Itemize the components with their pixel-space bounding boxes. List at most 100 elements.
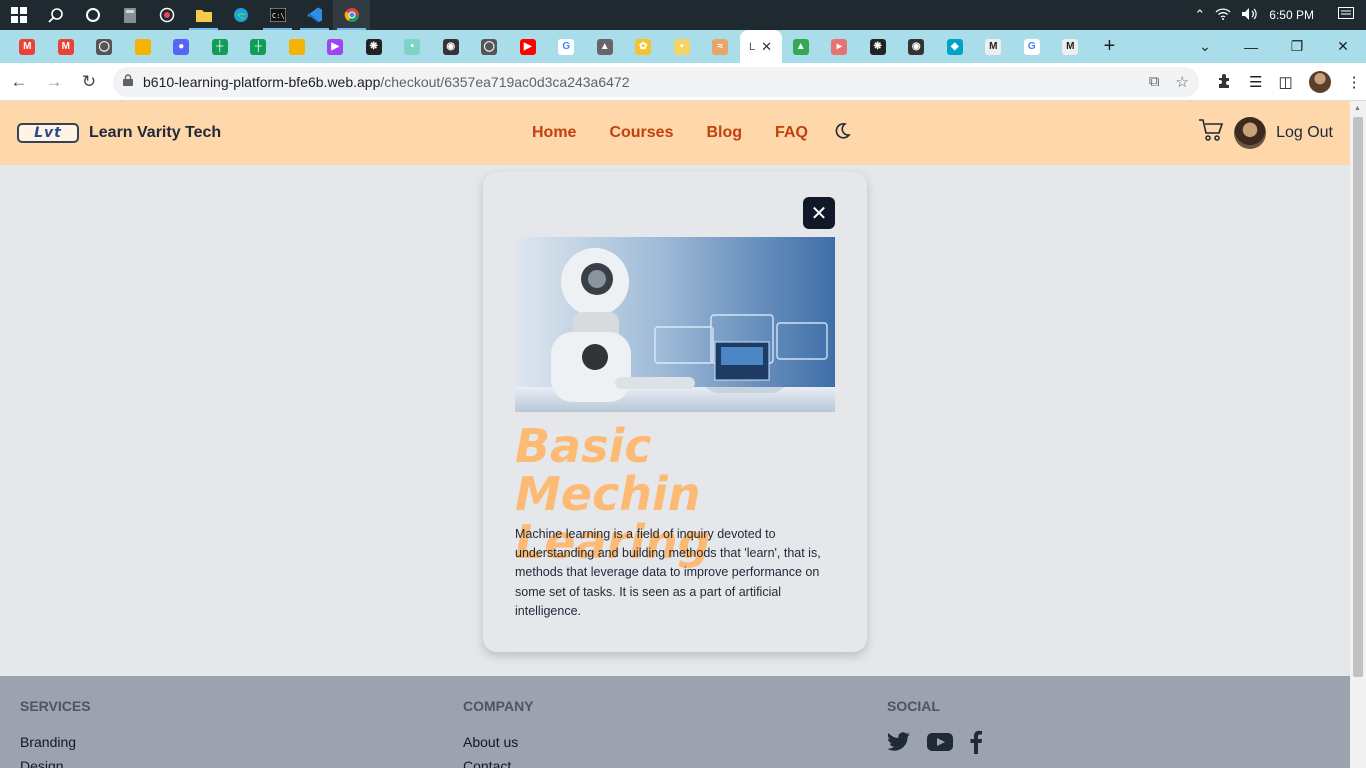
tab-meet[interactable]: • <box>393 30 432 63</box>
tab-arrow[interactable]: ▸ <box>820 30 859 63</box>
calculator-icon[interactable] <box>111 0 148 30</box>
globe-icon: ◉ <box>908 38 925 55</box>
tab-search-icon[interactable]: ⌄ <box>1182 38 1228 55</box>
tab-youtube[interactable]: ▶ <box>509 30 548 63</box>
tab-sheets[interactable]: ┼ <box>201 30 240 63</box>
footer-heading-social: SOCIAL <box>887 698 940 714</box>
brand-name[interactable]: Learn Varity Tech <box>89 124 221 142</box>
tab-bulb[interactable]: • <box>663 30 702 63</box>
tab-title: L <box>748 40 756 53</box>
bookmark-star-icon[interactable]: ☆ <box>1176 73 1189 91</box>
tab-google[interactable]: G <box>1013 30 1052 63</box>
close-window-icon[interactable]: ✕ <box>1320 38 1366 55</box>
footer-link-about[interactable]: About us <box>463 734 534 750</box>
footer-link-design[interactable]: Design <box>20 758 91 768</box>
record-icon[interactable] <box>148 0 185 30</box>
nav-link-blog[interactable]: Blog <box>706 124 742 142</box>
youtube-icon[interactable] <box>927 732 953 757</box>
tab-close-icon[interactable]: ✕ <box>761 39 772 55</box>
tab-react[interactable]: ❋ <box>859 30 898 63</box>
footer-link-branding[interactable]: Branding <box>20 734 91 750</box>
tab-slides[interactable] <box>278 30 317 63</box>
nav-link-home[interactable]: Home <box>532 124 576 142</box>
brand[interactable]: Lvt Learn Varity Tech <box>17 123 221 143</box>
share-icon[interactable]: ⧉ <box>1149 73 1160 91</box>
sunflower-icon: ✿ <box>635 38 652 55</box>
close-icon[interactable]: ✕ <box>803 197 835 229</box>
globe-icon: ◉ <box>442 38 459 55</box>
nav-link-faq[interactable]: FAQ <box>775 124 808 142</box>
tab-gmail[interactable]: M <box>47 30 86 63</box>
tab-github[interactable]: ◯ <box>85 30 124 63</box>
tab-github[interactable]: ◯ <box>470 30 509 63</box>
browser-tab-strip: M M ◯ ● ┼ ┼ ▶ ❋ • ◉ ◯ ▶ G ▲ ✿ • ≈ L ✕ ▲ ▸ ❋ ◉ ◆ M G M + ⌄ — ❐ ✕ <box>0 30 1366 63</box>
tab-sheets[interactable]: ┼ <box>239 30 278 63</box>
scrollbar-thumb[interactable] <box>1353 117 1363 677</box>
tab-sunflower[interactable]: ✿ <box>624 30 663 63</box>
volume-icon[interactable] <box>1241 7 1259 24</box>
tab-google[interactable]: G <box>547 30 586 63</box>
m-icon: M <box>1062 38 1079 55</box>
back-icon[interactable]: ← <box>3 66 35 98</box>
search-icon[interactable] <box>37 0 74 30</box>
nav-link-courses[interactable]: Courses <box>609 124 673 142</box>
media-control-icon[interactable]: ☰ <box>1249 73 1262 91</box>
youtube-icon: ▶ <box>519 38 536 55</box>
user-avatar[interactable] <box>1234 117 1267 149</box>
tab-diamond[interactable]: ◆ <box>936 30 975 63</box>
cart-icon[interactable] <box>1198 118 1224 148</box>
terminal-icon[interactable]: C:\ <box>259 0 296 30</box>
twitter-icon[interactable] <box>887 732 911 757</box>
tab-m[interactable]: M <box>1051 30 1090 63</box>
tab-slides[interactable] <box>124 30 163 63</box>
tab-react[interactable]: ❋ <box>355 30 394 63</box>
browser-toolbar: ← → ↻ b610-learning-platform-bfe6b.web.a… <box>0 63 1366 101</box>
tab-globe[interactable]: ◉ <box>432 30 471 63</box>
edge-icon[interactable] <box>222 0 259 30</box>
tab-image[interactable]: ≈ <box>701 30 740 63</box>
chrome-icon[interactable] <box>333 0 370 30</box>
address-bar[interactable]: b610-learning-platform-bfe6b.web.app/che… <box>113 66 1199 97</box>
footer-services: SERVICES Branding Design <box>20 698 91 768</box>
facebook-icon[interactable] <box>969 730 983 759</box>
file-explorer-icon[interactable] <box>185 0 222 30</box>
page-scrollbar[interactable]: ▲ <box>1350 101 1366 768</box>
profile-avatar[interactable] <box>1308 70 1331 93</box>
windows-taskbar: C:\ ⌃ 6:50 PM <box>0 0 1366 30</box>
footer-link-contact[interactable]: Contact <box>463 758 534 768</box>
wifi-icon[interactable] <box>1215 7 1231 23</box>
url-text[interactable]: b610-learning-platform-bfe6b.web.app/che… <box>143 74 629 90</box>
lock-icon[interactable] <box>123 74 133 89</box>
gmail-icon: M <box>57 38 74 55</box>
scroll-up-icon[interactable]: ▲ <box>1354 105 1361 112</box>
discord-icon: ● <box>173 38 190 55</box>
footer-heading-company: COMPANY <box>463 698 534 714</box>
tab-drive[interactable]: ▲ <box>782 30 821 63</box>
clock-time[interactable]: 6:50 PM <box>1269 8 1314 22</box>
tab-cap[interactable]: ▲ <box>586 30 625 63</box>
extensions-icon[interactable] <box>1217 72 1233 92</box>
notification-icon[interactable] <box>1338 6 1354 24</box>
restore-icon[interactable]: ❐ <box>1274 38 1320 55</box>
cortana-icon[interactable] <box>74 0 111 30</box>
new-tab-button[interactable]: + <box>1090 30 1130 63</box>
chrome-menu-icon[interactable]: ⋮ <box>1347 73 1362 91</box>
logout-button[interactable]: Log Out <box>1276 124 1333 142</box>
windows-start-icon[interactable] <box>0 0 37 30</box>
side-panel-icon[interactable]: ◫ <box>1278 73 1292 91</box>
github-icon: ◯ <box>481 38 498 55</box>
forward-icon[interactable]: → <box>38 66 70 98</box>
tab-active[interactable]: L ✕ <box>739 30 782 63</box>
chevron-up-icon[interactable]: ⌃ <box>1194 7 1205 23</box>
main-menu: Home Courses Blog FAQ <box>532 122 851 145</box>
tab-discord[interactable]: ● <box>162 30 201 63</box>
vscode-icon[interactable] <box>296 0 333 30</box>
dark-mode-toggle-icon[interactable] <box>833 122 851 145</box>
minimize-icon[interactable]: — <box>1228 39 1274 55</box>
tab-globe[interactable]: ◉ <box>897 30 936 63</box>
tab-m[interactable]: M <box>974 30 1013 63</box>
site-logo[interactable]: Lvt <box>17 123 79 143</box>
reload-icon[interactable]: ↻ <box>73 66 105 98</box>
tab-gmail[interactable]: M <box>8 30 47 63</box>
tab-video[interactable]: ▶ <box>316 30 355 63</box>
